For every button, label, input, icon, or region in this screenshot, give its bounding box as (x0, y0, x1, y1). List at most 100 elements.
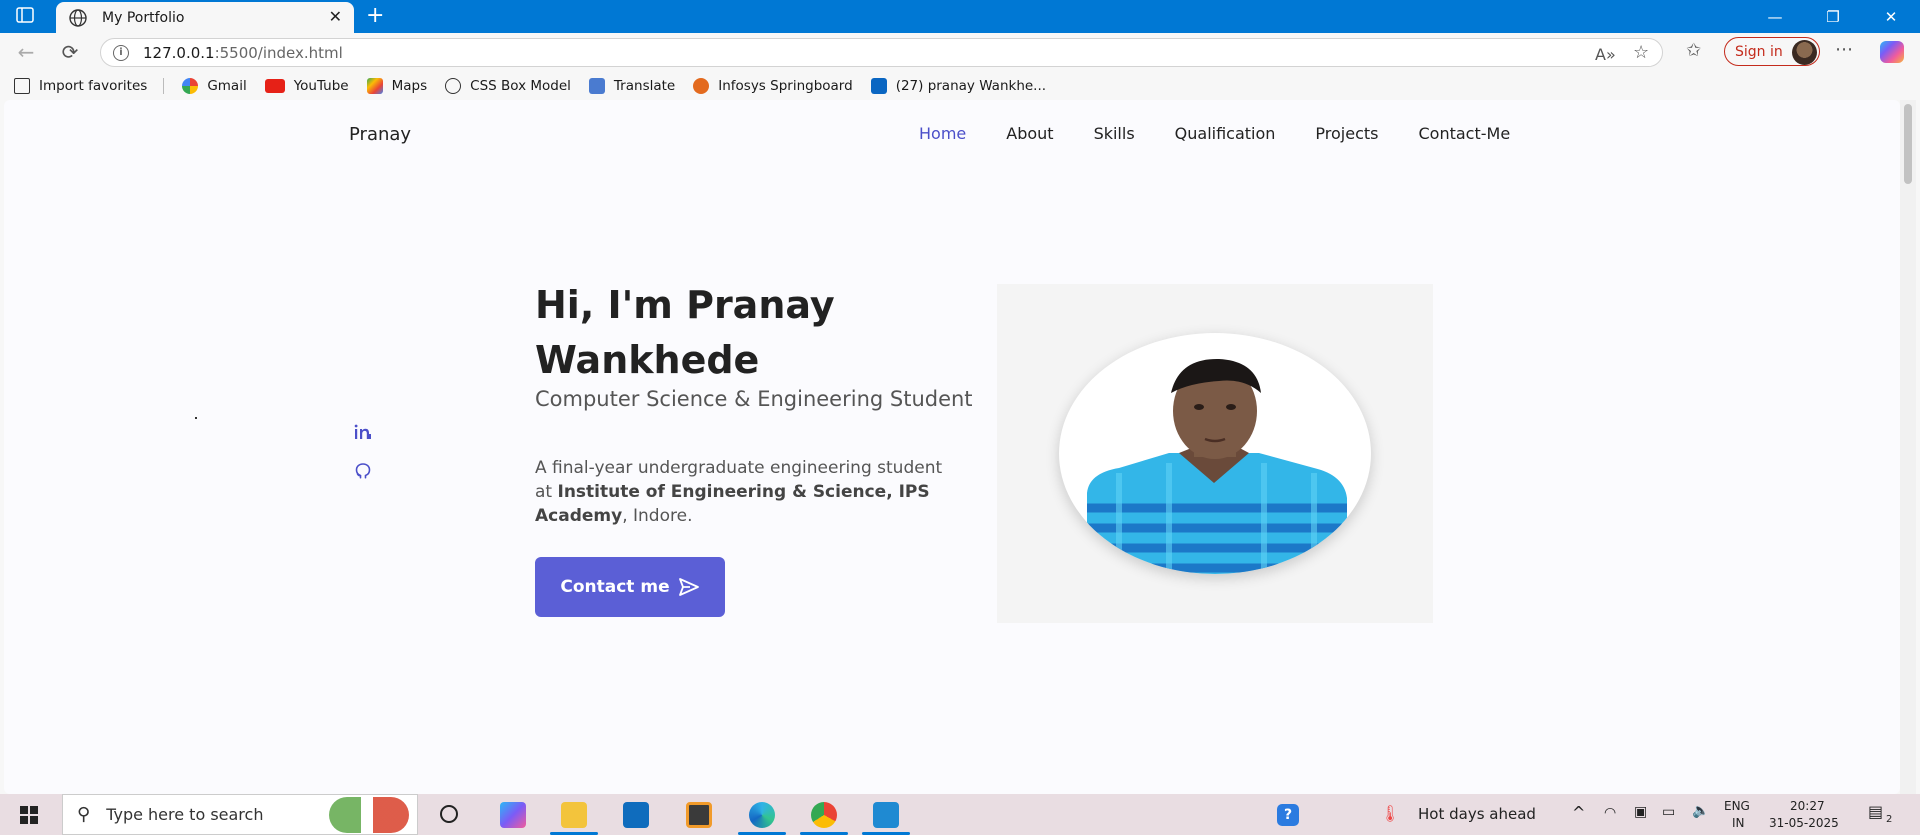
browser-tab-active[interactable]: My Portfolio ✕ (56, 2, 354, 33)
windows-taskbar: ⚲ Type here to search ? 🌡 Hot days ahead… (0, 794, 1920, 835)
favorite-star-icon[interactable]: ☆ (1633, 42, 1649, 63)
signin-label: Sign in (1735, 43, 1783, 60)
github-social-icon[interactable] (354, 462, 372, 484)
folder-import-icon (14, 77, 30, 94)
linkedin-icon (870, 77, 887, 94)
maps-icon (366, 77, 383, 94)
signin-button[interactable]: Sign in (1724, 37, 1820, 66)
vscode-icon[interactable] (873, 802, 899, 828)
hero-desc-institute: Institute of Engineering & Science, IPS … (535, 482, 930, 526)
menu-contact-me[interactable]: Contact-Me (1419, 124, 1511, 143)
translate-icon (588, 77, 605, 94)
bookmark-maps[interactable]: Maps (366, 77, 428, 94)
file-explorer-icon[interactable] (561, 802, 587, 828)
sublime-text-icon[interactable] (686, 802, 712, 828)
bookmark-label: CSS Box Model (470, 77, 571, 94)
bookmark-label: Infosys Springboard (718, 77, 853, 94)
linkedin-social-icon[interactable] (354, 424, 374, 444)
chrome-icon[interactable] (811, 802, 837, 828)
minimize-button[interactable]: — (1747, 0, 1803, 33)
contact-me-button[interactable]: Contact me (535, 557, 725, 617)
copilot-icon[interactable] (1880, 41, 1904, 63)
bookmark-import-favorites[interactable]: Import favorites (14, 77, 148, 94)
restore-button[interactable]: ❐ (1805, 0, 1861, 33)
clock-date[interactable]: 31-05-2025 (1769, 816, 1839, 830)
menu-about[interactable]: About (1006, 124, 1053, 143)
address-bar-row: ← ⟳ i 127.0.0.1:5500/index.html A» ☆ ✩ S… (0, 33, 1920, 71)
new-tab-icon[interactable]: + (366, 3, 384, 28)
bookmark-infosys[interactable]: Infosys Springboard (693, 77, 853, 94)
bookmark-label: (27) pranay Wankhe... (895, 77, 1047, 94)
network-icon[interactable]: ◠ (1604, 805, 1616, 821)
globe-icon (69, 8, 87, 27)
language-bottom[interactable]: IN (1732, 816, 1745, 830)
globe-icon (445, 77, 462, 94)
windows-start-icon[interactable] (20, 806, 38, 824)
page-scrollbar[interactable] (1900, 100, 1916, 794)
profile-photo-container (997, 284, 1433, 623)
help-icon[interactable]: ? (1277, 804, 1299, 826)
bookmark-label: Translate (613, 77, 676, 94)
refresh-button[interactable]: ⟳ (56, 40, 84, 64)
menu-skills[interactable]: Skills (1094, 124, 1135, 143)
weather-icon: 🌡 (1380, 804, 1401, 823)
menu-projects[interactable]: Projects (1315, 124, 1378, 143)
site-info-icon[interactable]: i (113, 44, 129, 61)
bookmark-youtube[interactable]: YouTube (264, 77, 349, 94)
stray-dot (195, 417, 197, 419)
read-aloud-icon[interactable]: A» (1595, 45, 1616, 64)
url-host: 127.0.0.1 (143, 43, 215, 62)
site-logo[interactable]: Pranay (349, 124, 411, 145)
page-viewport: Pranay Home About Skills Qualification P… (4, 100, 1900, 794)
url-input[interactable]: i 127.0.0.1:5500/index.html A» ☆ (100, 38, 1663, 67)
youtube-icon (264, 78, 285, 93)
volume-icon[interactable]: 🔈 (1692, 803, 1709, 819)
bookmark-gmail[interactable]: Gmail (182, 77, 247, 94)
parrots-icon (329, 797, 409, 833)
search-icon: ⚲ (77, 804, 91, 825)
language-top[interactable]: ENG (1724, 799, 1750, 813)
site-menu: Home About Skills Qualification Projects… (919, 124, 1550, 143)
close-tab-icon[interactable]: ✕ (329, 7, 342, 26)
tab-actions-icon[interactable] (16, 7, 34, 28)
tab-title: My Portfolio (102, 9, 185, 26)
bookmark-divider (163, 77, 165, 94)
favorites-icon[interactable]: ✩ (1686, 40, 1701, 61)
more-options-icon[interactable]: ⋯ (1835, 39, 1853, 60)
bookmark-linkedin[interactable]: (27) pranay Wankhe... (870, 77, 1047, 94)
hero-subtitle: Computer Science & Engineering Student (535, 387, 973, 411)
outlook-icon[interactable] (623, 802, 649, 828)
url-path: :5500/index.html (214, 43, 343, 62)
back-button[interactable]: ← (12, 40, 40, 64)
bookmark-css-box-model[interactable]: CSS Box Model (445, 77, 571, 94)
taskbar-search-input[interactable]: ⚲ Type here to search (62, 794, 418, 835)
bookmark-label: Maps (391, 77, 428, 94)
bookmark-label: YouTube (293, 77, 349, 94)
edge-icon[interactable] (749, 802, 775, 828)
hero-title: Hi, I'm Pranay Wankhede (535, 283, 835, 382)
task-view-icon[interactable] (440, 805, 458, 823)
avatar (1792, 40, 1817, 65)
notification-icon[interactable]: ▤ (1868, 802, 1883, 821)
hero-desc-suffix: , Indore. (622, 506, 693, 526)
bookmark-label: Import favorites (39, 77, 148, 94)
close-window-button[interactable]: ✕ (1863, 0, 1919, 33)
bookmark-translate[interactable]: Translate (588, 77, 676, 94)
scrollbar-thumb[interactable] (1904, 104, 1912, 184)
site-header: Pranay Home About Skills Qualification P… (4, 100, 1900, 170)
meet-now-icon[interactable]: ▣ (1634, 804, 1647, 820)
search-placeholder: Type here to search (106, 805, 264, 824)
copilot-taskbar-icon[interactable] (500, 802, 526, 828)
browser-titlebar: My Portfolio ✕ + — ❐ ✕ (0, 0, 1920, 33)
clock-time[interactable]: 20:27 (1790, 799, 1825, 813)
menu-qualification[interactable]: Qualification (1175, 124, 1276, 143)
weather-text[interactable]: Hot days ahead (1418, 805, 1536, 823)
show-hidden-icons[interactable]: ^ (1572, 803, 1585, 822)
send-icon (678, 578, 699, 596)
hero-description: A final-year undergraduate engineering s… (535, 456, 955, 528)
menu-home[interactable]: Home (919, 124, 966, 143)
bookmark-label: Gmail (207, 77, 247, 94)
battery-icon[interactable]: ▭ (1662, 804, 1675, 820)
bookmarks-bar: Import favorites Gmail YouTube Maps CSS … (0, 71, 1920, 100)
infosys-icon (693, 77, 710, 94)
